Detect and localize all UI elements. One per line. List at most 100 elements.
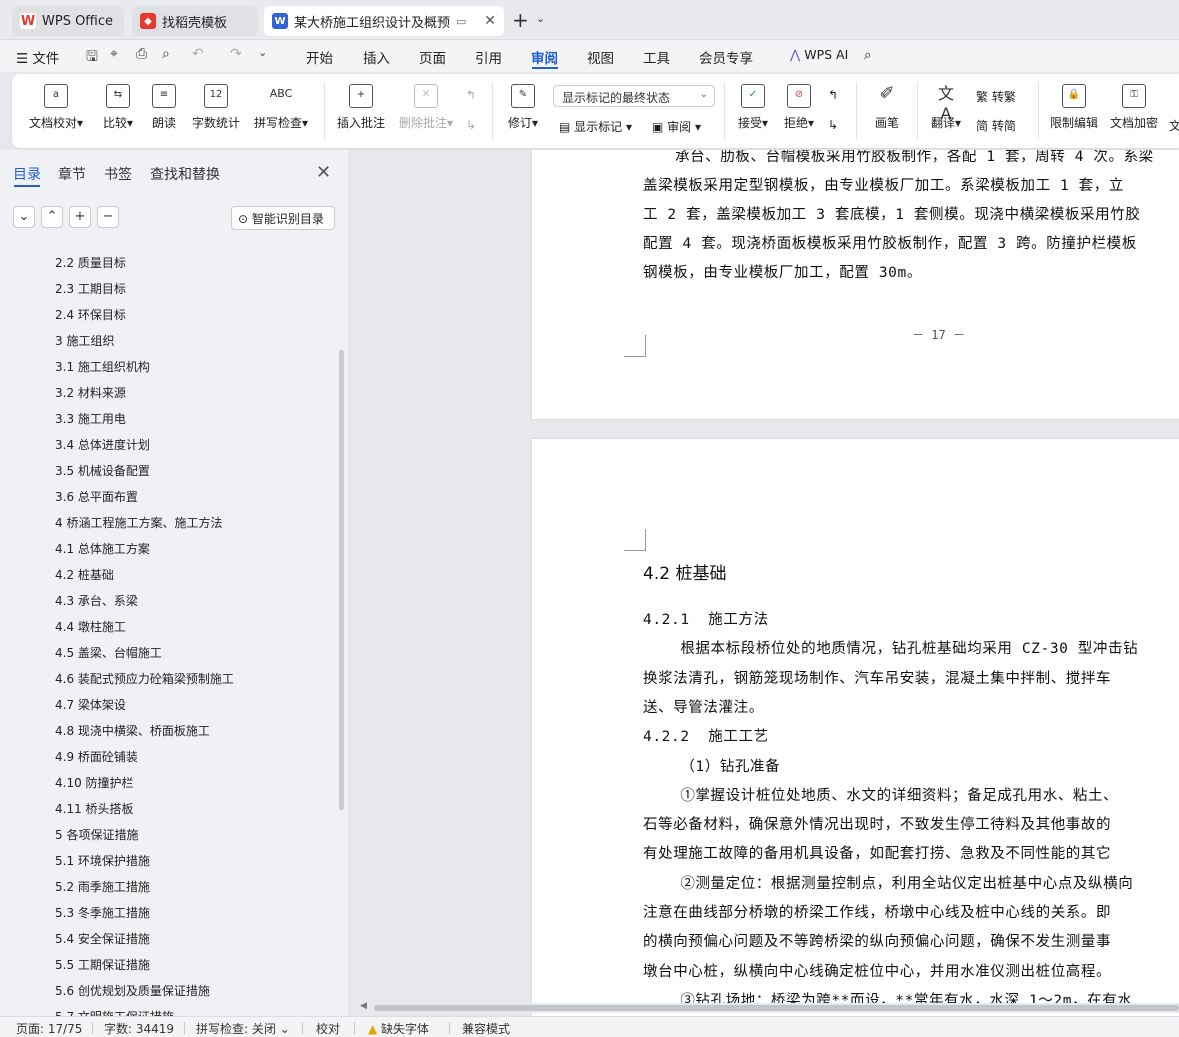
toc-item[interactable]: 3.4 总体进度计划: [55, 436, 150, 453]
tab-bookmarks[interactable]: 书签: [104, 164, 132, 184]
menu-wps-ai[interactable]: ⋀ WPS AI: [790, 47, 848, 62]
toc-scrollbar[interactable]: [339, 350, 344, 810]
toc-item[interactable]: 2.3 工期目标: [55, 280, 126, 297]
chevron-down-icon[interactable]: ⌄: [536, 12, 545, 25]
next-comment-icon[interactable]: ↳: [466, 118, 476, 132]
toc-item[interactable]: 5.3 冬季施工措施: [55, 904, 150, 921]
tab-find-replace[interactable]: 查找和替换: [150, 164, 220, 184]
collapse-up-button[interactable]: ⌃: [41, 206, 63, 228]
toc-item[interactable]: 5.7 文明施工保证措施: [55, 1008, 174, 1016]
show-markup-button[interactable]: ▤ 显示标记 ▾: [559, 118, 632, 135]
menu-home[interactable]: 开始: [306, 47, 333, 67]
spell-check-button[interactable]: ABC 拼写检查▾: [250, 84, 312, 131]
to-simplified-button[interactable]: 简 转简: [976, 117, 1016, 134]
menu-member[interactable]: 会员专享: [699, 47, 753, 67]
remove-heading-button[interactable]: −: [97, 206, 119, 228]
toc-item[interactable]: 3.6 总平面布置: [55, 488, 138, 505]
proofread-button[interactable]: a 文档校对▾: [28, 84, 84, 131]
encrypt-button[interactable]: ⚿ 文档加密: [1108, 84, 1160, 131]
toc-item[interactable]: 5.4 安全保证措施: [55, 930, 150, 947]
toc-item[interactable]: 4 桥涵工程施工方案、施工方法: [55, 514, 222, 531]
toc-item[interactable]: 4.1 总体施工方案: [55, 540, 150, 557]
new-tab-icon[interactable]: +: [512, 8, 529, 32]
toc-item[interactable]: 4.5 盖梁、台帽施工: [55, 644, 162, 661]
toc-item[interactable]: 2.4 环保目标: [55, 306, 126, 323]
close-icon[interactable]: ✕: [316, 162, 331, 183]
menu-view[interactable]: 视图: [587, 47, 614, 67]
next-change-icon[interactable]: ↳: [828, 118, 838, 132]
toc-item[interactable]: 4.9 桥面砼铺装: [55, 748, 138, 765]
pen-button[interactable]: ✐ 画笔: [870, 84, 904, 131]
translate-button[interactable]: 文A 翻译▾: [926, 84, 966, 131]
redo-icon[interactable]: ↷: [230, 46, 242, 62]
tab-document[interactable]: W 某大桥施工组织设计及概预算 ▭ ✕: [264, 6, 504, 36]
word-count[interactable]: 字数: 34419: [104, 1020, 174, 1037]
document-canvas[interactable]: 承台、肋板、台帽模板采用竹胶板制作，各配 1 套，周转 4 次。系梁 盖梁模板采用…: [348, 150, 1179, 1016]
menu-review[interactable]: 审阅: [531, 47, 558, 67]
toc-item[interactable]: 4.2 桩基础: [55, 566, 114, 583]
tab-toc[interactable]: 目录: [13, 164, 41, 184]
tab-sections[interactable]: 章节: [58, 164, 86, 184]
monitor-icon[interactable]: ▭: [456, 15, 466, 28]
toc-item[interactable]: 5.6 创优规划及质量保证措施: [55, 982, 210, 999]
close-icon[interactable]: ✕: [478, 13, 496, 29]
menu-tools[interactable]: 工具: [643, 47, 670, 67]
toc-item[interactable]: 3 施工组织: [55, 332, 114, 349]
scrollbar-thumb[interactable]: [374, 1005, 1179, 1011]
compare-button[interactable]: ⇆ 比较▾: [98, 84, 138, 131]
quick-access-menu-icon[interactable]: ⌄: [258, 46, 267, 59]
status-separator: [302, 1022, 303, 1034]
missing-font-status[interactable]: ▲ 缺失字体: [368, 1020, 429, 1037]
accept-button[interactable]: ✓ 接受▾: [734, 84, 772, 131]
print-icon[interactable]: ⎙: [136, 46, 147, 62]
restrict-edit-button[interactable]: 🔒 限制编辑: [1048, 84, 1100, 131]
tab-wps-office[interactable]: W WPS Office: [12, 6, 124, 36]
markup-state-select[interactable]: 显示标记的最终状态 ⌄: [553, 85, 715, 107]
track-changes-button[interactable]: ✎ 修订▾: [504, 84, 542, 131]
toc-item[interactable]: 5 各项保证措施: [55, 826, 138, 843]
page-indicator[interactable]: 页面: 17/75: [16, 1020, 82, 1037]
horizontal-scrollbar[interactable]: ◀: [360, 1001, 1179, 1013]
collapse-down-button[interactable]: ⌄: [13, 206, 35, 228]
add-heading-button[interactable]: +: [69, 206, 91, 228]
toc-item[interactable]: 3.1 施工组织机构: [55, 358, 150, 375]
read-aloud-button[interactable]: ≡ 朗读: [150, 84, 178, 131]
tab-docer[interactable]: ◆ 找稻壳模板: [132, 6, 258, 36]
export-icon[interactable]: ⌖: [110, 46, 118, 62]
toc-item[interactable]: 3.5 机械设备配置: [55, 462, 150, 479]
previous-change-icon[interactable]: ↰: [828, 88, 838, 102]
menu-page[interactable]: 页面: [419, 47, 446, 67]
toc-item[interactable]: 4.7 梁体架设: [55, 696, 126, 713]
toc-item[interactable]: 5.1 环境保护措施: [55, 852, 150, 869]
delete-comment-button[interactable]: ✕ 删除批注▾: [396, 84, 456, 131]
search-icon[interactable]: ⌕: [864, 47, 872, 63]
toc-item[interactable]: 3.3 施工用电: [55, 410, 126, 427]
toc-item[interactable]: 4.3 承台、系梁: [55, 592, 138, 609]
word-count-button[interactable]: 12 字数统计: [190, 84, 242, 131]
undo-icon[interactable]: ↶: [192, 46, 204, 62]
toc-item[interactable]: 4.11 桥头搭板: [55, 800, 134, 817]
toc-item[interactable]: 4.4 墩柱施工: [55, 618, 126, 635]
print-preview-icon[interactable]: ⌕: [162, 46, 170, 62]
toc-item[interactable]: 3.2 材料来源: [55, 384, 126, 401]
review-pane-button[interactable]: ▣ 审阅 ▾: [652, 118, 701, 135]
toc-item[interactable]: 5.5 工期保证措施: [55, 956, 150, 973]
smart-toc-button[interactable]: ⊙ 智能识别目录: [231, 206, 335, 230]
toc-item[interactable]: 2.2 质量目标: [55, 254, 126, 271]
menu-insert[interactable]: 插入: [363, 47, 390, 67]
spell-check-status[interactable]: 拼写检查: 关闭 ⌄: [196, 1020, 290, 1037]
menu-references[interactable]: 引用: [475, 47, 502, 67]
toc-item[interactable]: 4.6 装配式预应力砼箱梁预制施工: [55, 670, 234, 687]
toc-item[interactable]: 5.2 雨季施工措施: [55, 878, 150, 895]
overflow-button[interactable]: 文: [1169, 117, 1179, 134]
proof-status[interactable]: 校对: [316, 1020, 340, 1037]
save-icon[interactable]: 🖫: [86, 46, 98, 70]
previous-comment-icon[interactable]: ↰: [466, 88, 476, 102]
to-traditional-button[interactable]: 繁 转繁: [976, 88, 1016, 105]
menu-file[interactable]: ☰ 文件: [16, 47, 59, 67]
toc-item[interactable]: 4.10 防撞护栏: [55, 774, 134, 791]
reject-button[interactable]: ⊘ 拒绝▾: [780, 84, 818, 131]
toc-item[interactable]: 4.8 现浇中横梁、桥面板施工: [55, 722, 210, 739]
scroll-left-icon[interactable]: ◀: [360, 1001, 367, 1011]
insert-comment-button[interactable]: + 插入批注: [336, 84, 386, 131]
